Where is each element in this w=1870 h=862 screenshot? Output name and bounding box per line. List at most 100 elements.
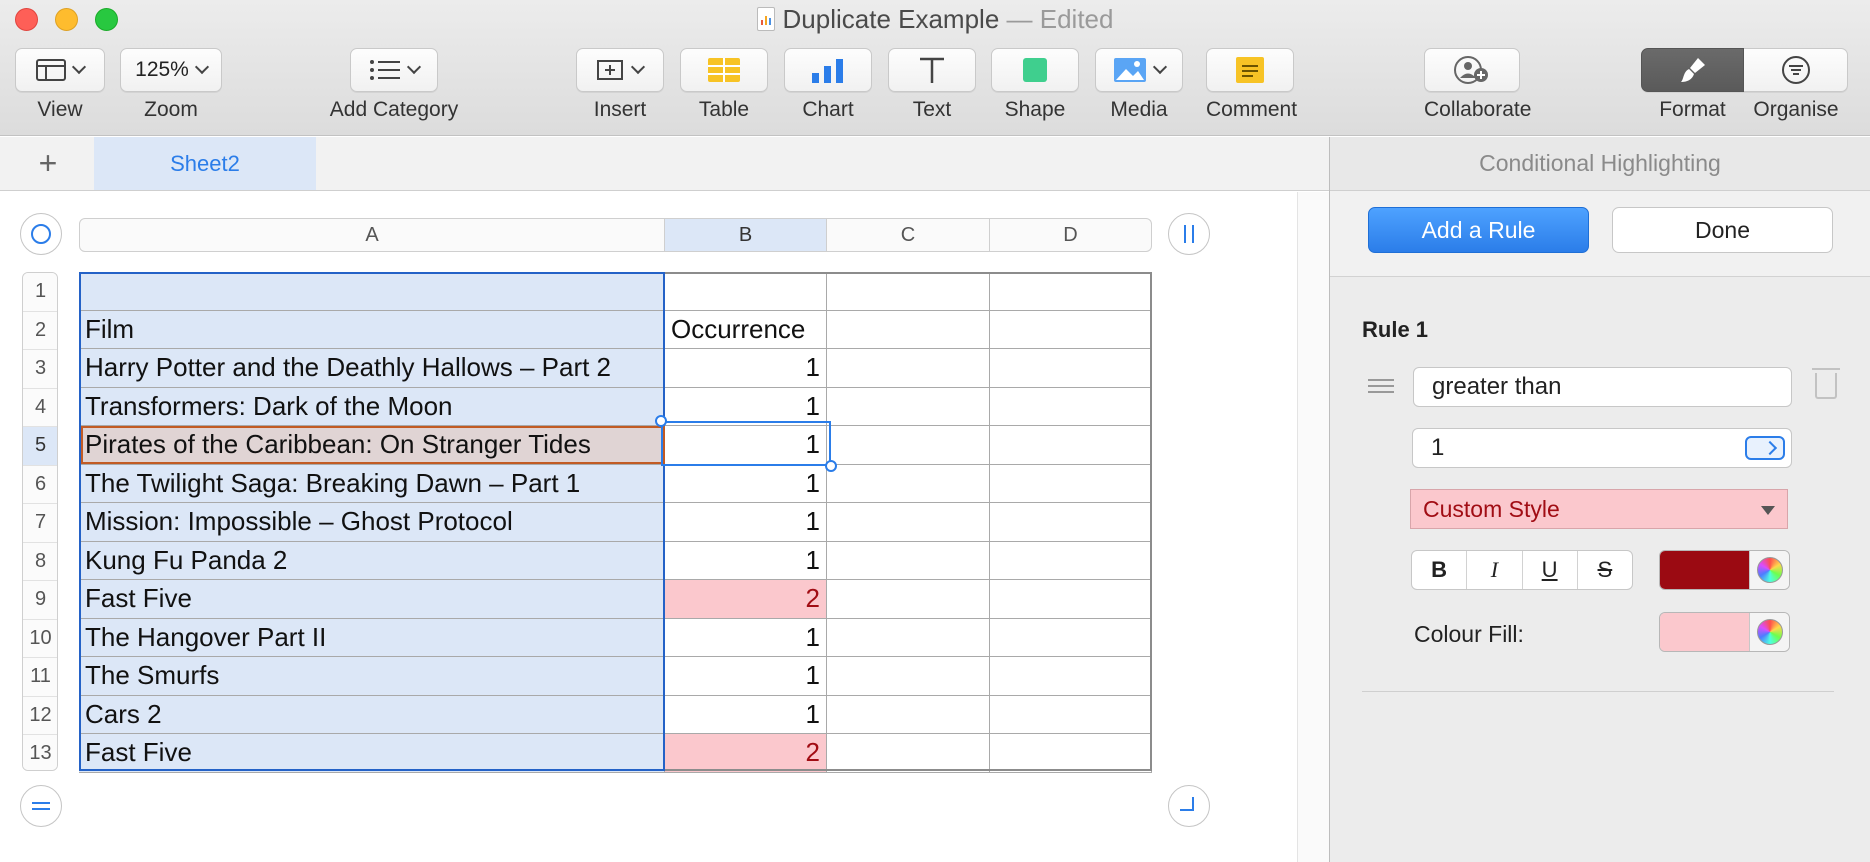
chart-tool[interactable]: Chart bbox=[784, 48, 872, 122]
cell-b1[interactable] bbox=[665, 272, 827, 311]
cell-b4[interactable]: 1 bbox=[665, 387, 827, 426]
add-category-tool[interactable]: Add Category bbox=[316, 48, 472, 122]
cell-a2[interactable]: Film bbox=[79, 310, 665, 349]
column-header-b[interactable]: B bbox=[665, 218, 827, 252]
cell-a5[interactable]: Pirates of the Caribbean: On Stranger Ti… bbox=[79, 426, 665, 465]
zoom-tool[interactable]: 125% Zoom bbox=[120, 48, 222, 122]
row-header-10[interactable]: 10 bbox=[23, 619, 57, 658]
cell-a4[interactable]: Transformers: Dark of the Moon bbox=[79, 387, 665, 426]
cell-b11[interactable]: 1 bbox=[665, 657, 827, 696]
format-button[interactable] bbox=[1641, 48, 1744, 92]
view-tool[interactable]: View bbox=[15, 48, 105, 122]
select-table-handle[interactable] bbox=[20, 213, 62, 255]
collaborate-tool[interactable]: Collaborate bbox=[1424, 48, 1531, 122]
row-header-11[interactable]: 11 bbox=[23, 658, 57, 697]
add-rule-button[interactable]: Add a Rule bbox=[1368, 207, 1589, 253]
cell-b12[interactable]: 1 bbox=[665, 695, 827, 734]
row-header-13[interactable]: 13 bbox=[23, 735, 57, 770]
add-sheet-button[interactable]: + bbox=[32, 145, 64, 182]
strikethrough-button[interactable]: S bbox=[1578, 551, 1632, 589]
cell-b5[interactable]: 1 bbox=[665, 426, 827, 465]
cell-d1[interactable] bbox=[990, 272, 1152, 311]
cell-d2[interactable] bbox=[990, 310, 1152, 349]
add-category-button[interactable] bbox=[350, 48, 438, 92]
cell-d11[interactable] bbox=[990, 657, 1152, 696]
cell-b9[interactable]: 2 bbox=[665, 580, 827, 619]
cell-d5[interactable] bbox=[990, 426, 1152, 465]
shape-tool[interactable]: Shape bbox=[991, 48, 1079, 122]
fill-color-well[interactable] bbox=[1659, 612, 1790, 652]
cell-b3[interactable]: 1 bbox=[665, 349, 827, 388]
bold-button[interactable]: B bbox=[1412, 551, 1468, 589]
cell-a3[interactable]: Harry Potter and the Deathly Hallows – P… bbox=[79, 349, 665, 388]
column-header-d[interactable]: D bbox=[990, 218, 1152, 252]
insert-tool[interactable]: Insert bbox=[576, 48, 664, 122]
shape-button[interactable] bbox=[991, 48, 1079, 92]
cell-b13[interactable]: 2 bbox=[665, 734, 827, 773]
row-header-12[interactable]: 12 bbox=[23, 696, 57, 735]
cell-a7[interactable]: Mission: Impossible – Ghost Protocol bbox=[79, 503, 665, 542]
cell-a10[interactable]: The Hangover Part II bbox=[79, 618, 665, 657]
cell-c5[interactable] bbox=[827, 426, 990, 465]
rule-value-field[interactable]: 1 bbox=[1412, 428, 1792, 468]
cell-d12[interactable] bbox=[990, 695, 1152, 734]
collaborate-button[interactable] bbox=[1424, 48, 1520, 92]
column-header-a[interactable]: A bbox=[79, 218, 665, 252]
cell-a9[interactable]: Fast Five bbox=[79, 580, 665, 619]
sheet-tab-sheet2[interactable]: Sheet2 bbox=[94, 137, 316, 190]
drag-handle-icon[interactable] bbox=[1368, 379, 1394, 393]
vertical-scroll-track[interactable] bbox=[1297, 192, 1329, 862]
insert-button[interactable] bbox=[576, 48, 664, 92]
row-header-8[interactable]: 8 bbox=[23, 542, 57, 581]
cell-a12[interactable]: Cars 2 bbox=[79, 695, 665, 734]
cell-d4[interactable] bbox=[990, 387, 1152, 426]
cell-d7[interactable] bbox=[990, 503, 1152, 542]
cell-d9[interactable] bbox=[990, 580, 1152, 619]
cell-c9[interactable] bbox=[827, 580, 990, 619]
add-columns-handle[interactable] bbox=[1168, 213, 1210, 255]
cell-c3[interactable] bbox=[827, 349, 990, 388]
cell-d10[interactable] bbox=[990, 618, 1152, 657]
table-tool[interactable]: Table bbox=[680, 48, 768, 122]
row-header-7[interactable]: 7 bbox=[23, 504, 57, 543]
cell-c1[interactable] bbox=[827, 272, 990, 311]
cell-a8[interactable]: Kung Fu Panda 2 bbox=[79, 541, 665, 580]
underline-button[interactable]: U bbox=[1523, 551, 1578, 589]
media-tool[interactable]: Media bbox=[1095, 48, 1183, 122]
cell-c2[interactable] bbox=[827, 310, 990, 349]
row-header-5[interactable]: 5 bbox=[23, 427, 57, 466]
format-tool[interactable]: Format bbox=[1641, 48, 1744, 122]
cell-c6[interactable] bbox=[827, 464, 990, 503]
cell-c13[interactable] bbox=[827, 734, 990, 773]
done-button[interactable]: Done bbox=[1612, 207, 1833, 253]
cell-b2[interactable]: Occurrence bbox=[665, 310, 827, 349]
add-rows-handle[interactable] bbox=[20, 785, 62, 827]
cell-a13[interactable]: Fast Five bbox=[79, 734, 665, 773]
cell-a6[interactable]: The Twilight Saga: Breaking Dawn – Part … bbox=[79, 464, 665, 503]
row-header-3[interactable]: 3 bbox=[23, 350, 57, 389]
cell-c7[interactable] bbox=[827, 503, 990, 542]
column-header-c[interactable]: C bbox=[827, 218, 990, 252]
italic-button[interactable]: I bbox=[1467, 551, 1523, 589]
cell-c8[interactable] bbox=[827, 541, 990, 580]
zoom-select[interactable]: 125% bbox=[120, 48, 222, 92]
comment-tool[interactable]: Comment bbox=[1206, 48, 1297, 122]
organise-tool[interactable]: Organise bbox=[1744, 48, 1848, 122]
media-button[interactable] bbox=[1095, 48, 1183, 92]
cell-b10[interactable]: 1 bbox=[665, 618, 827, 657]
cell-c10[interactable] bbox=[827, 618, 990, 657]
text-color-well[interactable] bbox=[1659, 550, 1790, 590]
row-header-9[interactable]: 9 bbox=[23, 581, 57, 620]
cell-a11[interactable]: The Smurfs bbox=[79, 657, 665, 696]
view-button[interactable] bbox=[15, 48, 105, 92]
cell-reference-icon[interactable] bbox=[1745, 436, 1785, 460]
cell-d3[interactable] bbox=[990, 349, 1152, 388]
cell-b8[interactable]: 1 bbox=[665, 541, 827, 580]
trash-icon[interactable] bbox=[1812, 368, 1840, 399]
cell-b7[interactable]: 1 bbox=[665, 503, 827, 542]
condition-select[interactable]: greater than bbox=[1413, 367, 1792, 407]
fill-color-picker[interactable] bbox=[1749, 613, 1789, 651]
cell-c11[interactable] bbox=[827, 657, 990, 696]
cell-a1[interactable] bbox=[79, 272, 665, 311]
text-color-swatch[interactable] bbox=[1660, 551, 1749, 589]
